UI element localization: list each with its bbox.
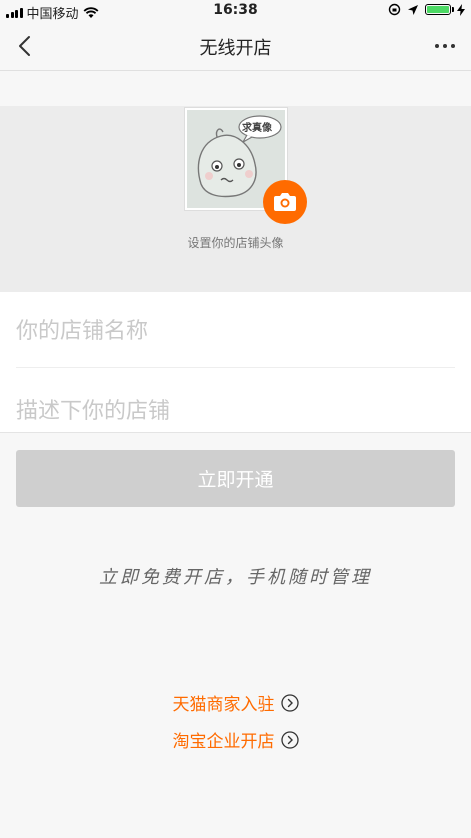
taobao-link-label: 淘宝企业开店 [172, 732, 275, 752]
shop-name-input[interactable] [16, 311, 455, 351]
slogan-text: 立即免费开店，手机随时管理 [99, 567, 372, 588]
avatar-hint-text: 设置你的店铺头像 [187, 236, 284, 250]
status-right [388, 3, 465, 16]
page-title: 无线开店 [199, 38, 272, 59]
battery-icon [425, 4, 454, 15]
navigation-bar: 无线开店 [0, 22, 471, 71]
taobao-enterprise-link[interactable]: 淘宝企业开店 [0, 727, 471, 752]
avatar-badge-text: 求真像 [242, 123, 272, 134]
location-icon [408, 4, 418, 15]
charging-icon [457, 3, 465, 16]
camera-button[interactable] [263, 180, 307, 224]
circle-chevron-right-icon [280, 693, 299, 712]
camera-icon [274, 193, 296, 211]
avatar-section: 求真像 [0, 106, 471, 292]
shop-description-input[interactable] [16, 391, 455, 431]
open-shop-button[interactable]: 立即开通 [16, 450, 455, 507]
tmall-link-label: 天猫商家入驻 [172, 695, 275, 715]
more-dots-icon[interactable] [433, 34, 457, 58]
lock-rotation-icon [388, 3, 401, 16]
shop-form [0, 292, 471, 433]
form-divider [16, 367, 455, 368]
status-bar: 中国移动 16:38 [0, 0, 471, 22]
tmall-merchant-link[interactable]: 天猫商家入驻 [0, 690, 471, 715]
circle-chevron-right-icon [280, 730, 299, 749]
